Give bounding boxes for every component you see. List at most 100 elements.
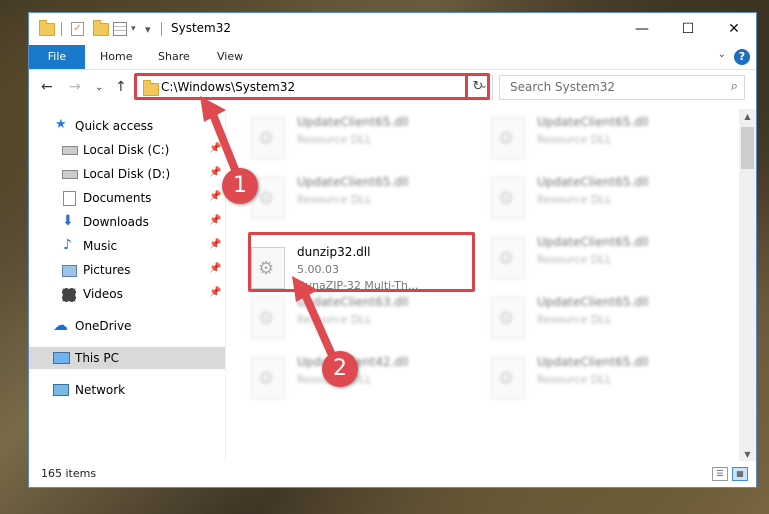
- list-item[interactable]: UpdateClient65.dll Resource DLL: [467, 169, 697, 221]
- refresh-highlight-box: [465, 73, 490, 100]
- download-icon: ⬇: [62, 213, 74, 229]
- sidebar-item-label: OneDrive: [75, 319, 132, 333]
- file-description: Resource DLL: [537, 373, 612, 386]
- back-button[interactable]: ←: [41, 79, 53, 95]
- step-badge-2: 2: [322, 351, 358, 387]
- search-input[interactable]: Search System32 ⌕: [499, 75, 745, 100]
- sidebar-item-network[interactable]: Network: [29, 379, 225, 401]
- help-button[interactable]: ?: [734, 49, 750, 65]
- drive-icon: [62, 170, 78, 179]
- tab-file[interactable]: File: [29, 45, 85, 69]
- sidebar-item-downloads[interactable]: ⬇ Downloads 📌: [29, 211, 225, 233]
- item-count: 165 items: [41, 467, 97, 480]
- cloud-icon: ☁: [53, 316, 68, 334]
- sidebar-item-label: Music: [83, 239, 118, 253]
- pin-icon[interactable]: 📌: [209, 143, 221, 154]
- sidebar-item-documents[interactable]: Documents 📌: [29, 187, 225, 209]
- sidebar-item-videos[interactable]: Videos 📌: [29, 283, 225, 305]
- explorer-window: ✓ ▾ ▾ System32 — ☐ ✕ File Home Share Vie…: [28, 12, 757, 488]
- pin-icon[interactable]: 📌: [209, 263, 221, 274]
- window-title: System32: [171, 21, 232, 35]
- separator: [61, 21, 62, 37]
- large-icons-view-icon[interactable]: ▦: [732, 467, 748, 481]
- customize-qa-chevron-icon[interactable]: ▾: [131, 21, 136, 37]
- title-bar: ✓ ▾ ▾ System32 — ☐ ✕: [29, 13, 756, 45]
- pin-icon[interactable]: 📌: [209, 215, 221, 226]
- file-description: Resource DLL: [537, 313, 612, 326]
- file-name: UpdateClient65.dll: [537, 295, 649, 309]
- file-name: UpdateClient65.dll: [537, 115, 649, 129]
- recent-locations-button[interactable]: ⌄: [95, 82, 103, 93]
- navigation-bar: ← → ⌄ ↑ C:\Windows\System32 ⌄ ↻ Search S…: [29, 70, 756, 106]
- file-description: Resource DLL: [297, 193, 372, 206]
- music-icon: ♪: [63, 237, 72, 253]
- pin-icon[interactable]: 📌: [209, 239, 221, 250]
- sidebar-item-label: Network: [75, 383, 126, 397]
- videos-icon: [62, 288, 76, 302]
- dll-file-icon: [491, 357, 525, 399]
- pin-icon[interactable]: 📌: [209, 191, 221, 202]
- list-item[interactable]: UpdateClient65.dll Resource DLL: [227, 169, 457, 221]
- step-badge-1: 1: [222, 168, 258, 204]
- dll-file-icon: [251, 297, 285, 339]
- properties-check-icon[interactable]: ✓: [71, 21, 84, 37]
- list-item[interactable]: UpdateClient65.dll Resource DLL: [467, 349, 697, 401]
- expand-ribbon-chevron-icon[interactable]: ⌄: [718, 49, 726, 60]
- search-icon[interactable]: ⌕: [731, 79, 738, 94]
- file-name: UpdateClient65.dll: [537, 355, 649, 369]
- sidebar-item-music[interactable]: ♪ Music 📌: [29, 235, 225, 257]
- tab-share[interactable]: Share: [158, 45, 190, 69]
- up-button[interactable]: ↑: [115, 79, 127, 95]
- file-description: Resource DLL: [537, 253, 612, 266]
- sidebar-item-label: Downloads: [83, 215, 149, 229]
- file-highlight-box: [248, 232, 475, 292]
- sidebar-item-label: Pictures: [83, 263, 131, 277]
- file-name: UpdateClient65.dll: [537, 175, 649, 189]
- pin-icon[interactable]: 📌: [209, 287, 221, 298]
- file-name: UpdateClient65.dll: [297, 175, 409, 189]
- sidebar-item-quick-access[interactable]: ★ Quick access: [29, 115, 225, 137]
- tab-home[interactable]: Home: [100, 45, 132, 69]
- list-item[interactable]: UpdateClient65.dll Resource DLL: [467, 109, 697, 161]
- list-item[interactable]: UpdateClient65.dll Resource DLL: [467, 229, 697, 281]
- sidebar-item-local-disk-d[interactable]: Local Disk (D:) 📌: [29, 163, 225, 185]
- sidebar-item-this-pc[interactable]: This PC: [29, 347, 225, 369]
- documents-icon: [63, 191, 76, 206]
- file-name: UpdateClient63.dll: [297, 295, 409, 309]
- list-item[interactable]: UpdateClient65.dll Resource DLL: [227, 109, 457, 161]
- list-item[interactable]: UpdateClient65.dll Resource DLL: [467, 289, 697, 341]
- pictures-icon: [62, 265, 77, 277]
- close-button[interactable]: ✕: [711, 13, 756, 45]
- dll-file-icon: [491, 177, 525, 219]
- list-item[interactable]: UpdateClient63.dll Resource DLL: [227, 289, 457, 341]
- drive-icon: [62, 146, 78, 155]
- new-folder-icon[interactable]: [93, 19, 109, 37]
- sidebar-item-onedrive[interactable]: ☁ OneDrive: [29, 315, 225, 337]
- scroll-up-icon[interactable]: ▲: [739, 109, 756, 125]
- details-view-icon[interactable]: ☰: [712, 467, 728, 481]
- ribbon: File Home Share View ⌄ ?: [29, 45, 756, 70]
- sidebar-item-pictures[interactable]: Pictures 📌: [29, 259, 225, 281]
- tab-view[interactable]: View: [217, 45, 243, 69]
- navigation-pane: ★ Quick access Local Disk (C:) 📌 Local D…: [29, 109, 225, 461]
- maximize-button[interactable]: ☐: [665, 13, 711, 45]
- sidebar-item-label: Documents: [83, 191, 152, 205]
- dll-file-icon: [491, 237, 525, 279]
- pin-icon[interactable]: 📌: [209, 167, 221, 178]
- sidebar-item-label: This PC: [75, 351, 119, 365]
- vertical-scrollbar[interactable]: ▲ ▼: [739, 109, 756, 463]
- dll-file-icon: [491, 297, 525, 339]
- minimize-button[interactable]: —: [619, 13, 665, 45]
- status-bar: 165 items ☰ ▦: [29, 461, 756, 487]
- scroll-thumb[interactable]: [741, 127, 754, 169]
- dll-file-icon: [251, 117, 285, 159]
- customize-qa-dropdown-icon[interactable]: ▾: [145, 21, 151, 37]
- sidebar-item-local-disk-c[interactable]: Local Disk (C:) 📌: [29, 139, 225, 161]
- pane-divider[interactable]: [225, 109, 226, 461]
- dll-file-icon: [491, 117, 525, 159]
- file-description: Resource DLL: [297, 313, 372, 326]
- properties-icon[interactable]: [113, 21, 127, 37]
- file-description: Resource DLL: [537, 193, 612, 206]
- sidebar-item-label: Quick access: [75, 119, 154, 133]
- forward-button[interactable]: →: [69, 79, 81, 95]
